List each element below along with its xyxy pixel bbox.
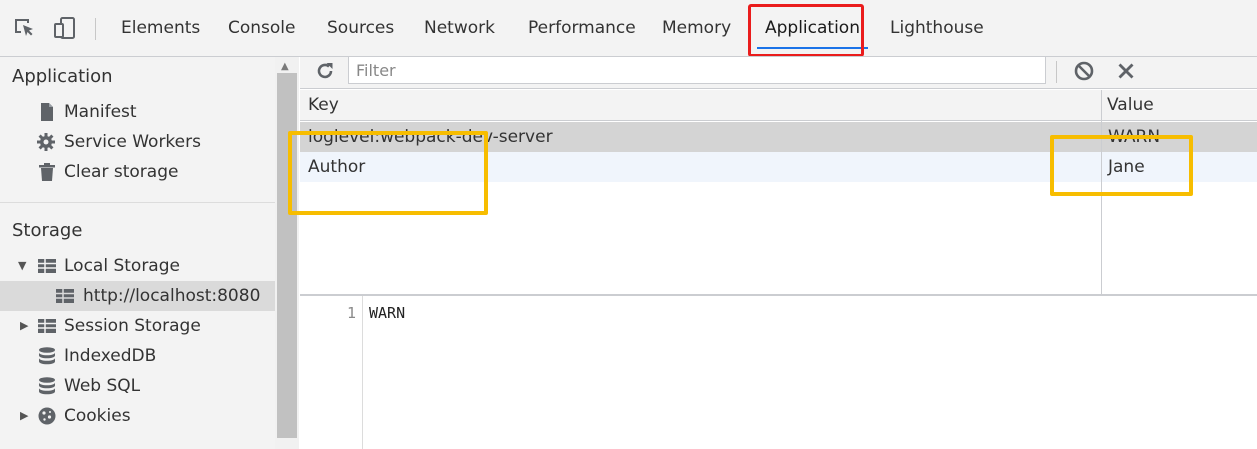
column-header-key[interactable]: Key	[308, 90, 339, 121]
collapsed-triangle-icon[interactable]: ▶	[20, 311, 28, 341]
table-header: Key Value	[300, 90, 1257, 121]
database-icon	[37, 346, 57, 366]
sidebar-item-indexeddb[interactable]: IndexedDB	[0, 341, 275, 371]
sidebar-section-storage: Storage	[12, 220, 83, 241]
tab-memory[interactable]: Memory	[662, 0, 731, 57]
tab-lighthouse[interactable]: Lighthouse	[890, 0, 984, 57]
sidebar-scrollbar[interactable]: ▲	[275, 57, 299, 449]
device-toolbar-icon[interactable]	[53, 16, 77, 40]
table-icon	[37, 256, 57, 276]
table-icon	[55, 286, 75, 306]
application-tab-highlight	[748, 4, 864, 57]
inspect-element-icon[interactable]	[12, 16, 36, 40]
clear-all-block-icon[interactable]	[1072, 59, 1096, 83]
local-storage-panel: Key Value loglevel:webpack-dev-server WA…	[300, 56, 1257, 449]
refresh-icon[interactable]	[314, 60, 336, 82]
value-preview: 1 WARN	[300, 296, 1257, 449]
cookie-icon	[37, 406, 57, 426]
sidebar-item-manifest[interactable]: Manifest	[0, 97, 275, 127]
sidebar-item-label: IndexedDB	[64, 346, 157, 366]
sidebar-item-cookies[interactable]: ▶ Cookies	[0, 401, 275, 431]
sidebar-item-local-storage[interactable]: ▼ Local Storage	[0, 251, 275, 281]
tab-performance[interactable]: Performance	[528, 0, 636, 57]
file-icon	[37, 102, 57, 122]
sidebar-divider	[0, 202, 275, 203]
jane-value-highlight	[1050, 135, 1193, 196]
tab-elements[interactable]: Elements	[121, 0, 200, 57]
tab-console[interactable]: Console	[228, 0, 296, 57]
toolbar-divider	[95, 18, 96, 40]
sidebar-item-service-workers[interactable]: Service Workers	[0, 127, 275, 157]
collapsed-triangle-icon[interactable]: ▶	[20, 401, 28, 431]
sidebar-section-application: Application	[12, 66, 113, 87]
delete-selected-close-icon[interactable]	[1114, 59, 1138, 83]
tab-network[interactable]: Network	[424, 0, 495, 57]
column-header-value[interactable]: Value	[1107, 90, 1154, 121]
expanded-triangle-icon[interactable]: ▼	[18, 251, 26, 281]
author-key-highlight	[288, 131, 488, 215]
sidebar-item-label: Local Storage	[64, 256, 180, 276]
sidebar-item-label: Manifest	[64, 102, 137, 122]
sidebar-item-label: Session Storage	[64, 316, 201, 336]
sidebar-item-label: Cookies	[64, 406, 131, 426]
toolbar-divider	[1056, 61, 1057, 83]
scrollbar-thumb[interactable]	[277, 73, 297, 438]
scroll-up-arrow-icon[interactable]: ▲	[281, 61, 289, 72]
sidebar-item-clear-storage[interactable]: Clear storage	[0, 157, 275, 187]
line-number-gutter: 1	[300, 296, 363, 449]
filter-input[interactable]	[348, 56, 1046, 84]
devtools-tab-bar: Elements Console Sources Network Perform…	[0, 0, 1257, 57]
preview-text[interactable]: WARN	[369, 304, 405, 322]
sidebar-item-localhost-8080[interactable]: http://localhost:8080	[0, 281, 275, 311]
line-number: 1	[346, 304, 356, 322]
sidebar-item-web-sql[interactable]: Web SQL	[0, 371, 275, 401]
sidebar-item-label: Web SQL	[64, 376, 141, 396]
trash-icon	[37, 162, 57, 182]
tab-sources[interactable]: Sources	[327, 0, 394, 57]
database-icon	[37, 376, 57, 396]
sidebar-item-session-storage[interactable]: ▶ Session Storage	[0, 311, 275, 341]
sidebar-item-label: http://localhost:8080	[83, 286, 261, 306]
gear-icon	[36, 132, 56, 152]
application-sidebar: Application Manifest Service Workers Cle…	[0, 57, 299, 449]
sidebar-item-label: Service Workers	[64, 132, 201, 152]
storage-toolbar	[300, 56, 1257, 89]
table-icon	[37, 316, 57, 336]
sidebar-item-label: Clear storage	[64, 162, 179, 182]
